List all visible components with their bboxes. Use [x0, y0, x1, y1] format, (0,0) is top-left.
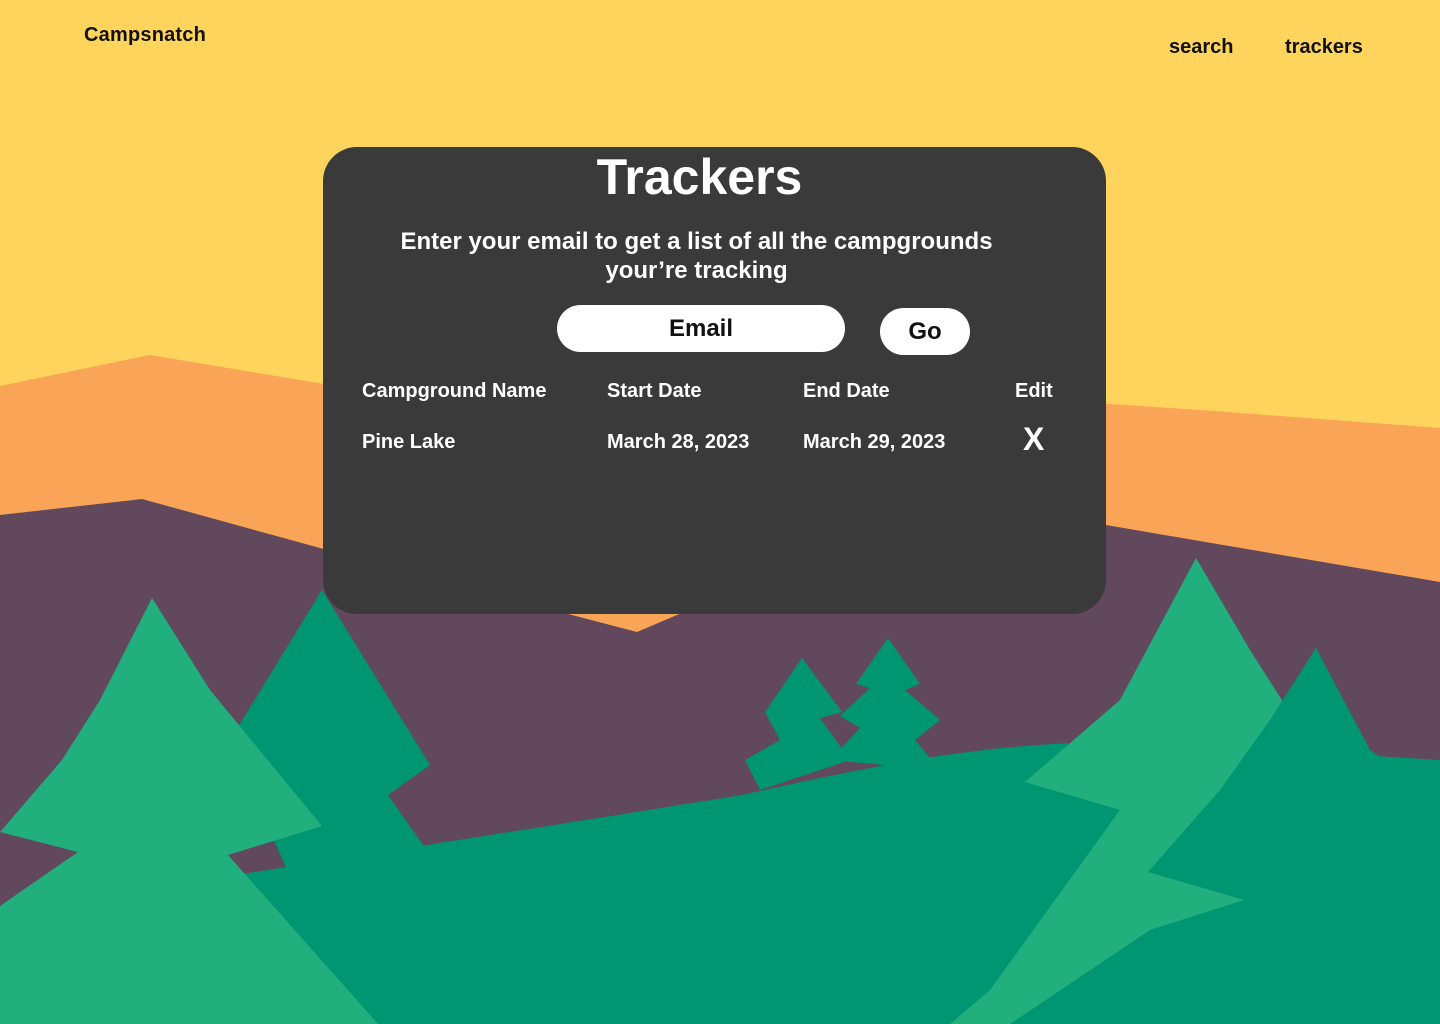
row-campground-name: Pine Lake: [362, 431, 456, 453]
column-header-end-date: End Date: [803, 380, 890, 402]
column-header-campground-name: Campground Name: [362, 380, 547, 402]
nav-search[interactable]: search: [1169, 36, 1234, 59]
page-title: Trackers: [596, 149, 803, 205]
column-header-start-date: Start Date: [607, 380, 702, 402]
column-header-edit: Edit: [1015, 380, 1053, 402]
row-start-date: March 28, 2023: [607, 431, 750, 453]
email-input[interactable]: [557, 305, 845, 352]
brand-logo[interactable]: Campsnatch: [84, 24, 206, 47]
instructions-text: Enter your email to get a list of all th…: [323, 227, 1070, 285]
instructions-line-1: Enter your email to get a list of all th…: [400, 228, 993, 255]
row-end-date: March 29, 2023: [803, 431, 946, 453]
close-icon[interactable]: X: [1023, 421, 1044, 457]
page: Campsnatch search trackers Trackers Ente…: [0, 0, 1440, 1024]
instructions-line-2: your’re tracking: [605, 257, 788, 284]
go-button[interactable]: Go: [880, 308, 970, 355]
trackers-card: Trackers Enter your email to get a list …: [323, 147, 1106, 614]
nav-trackers[interactable]: trackers: [1285, 36, 1363, 59]
